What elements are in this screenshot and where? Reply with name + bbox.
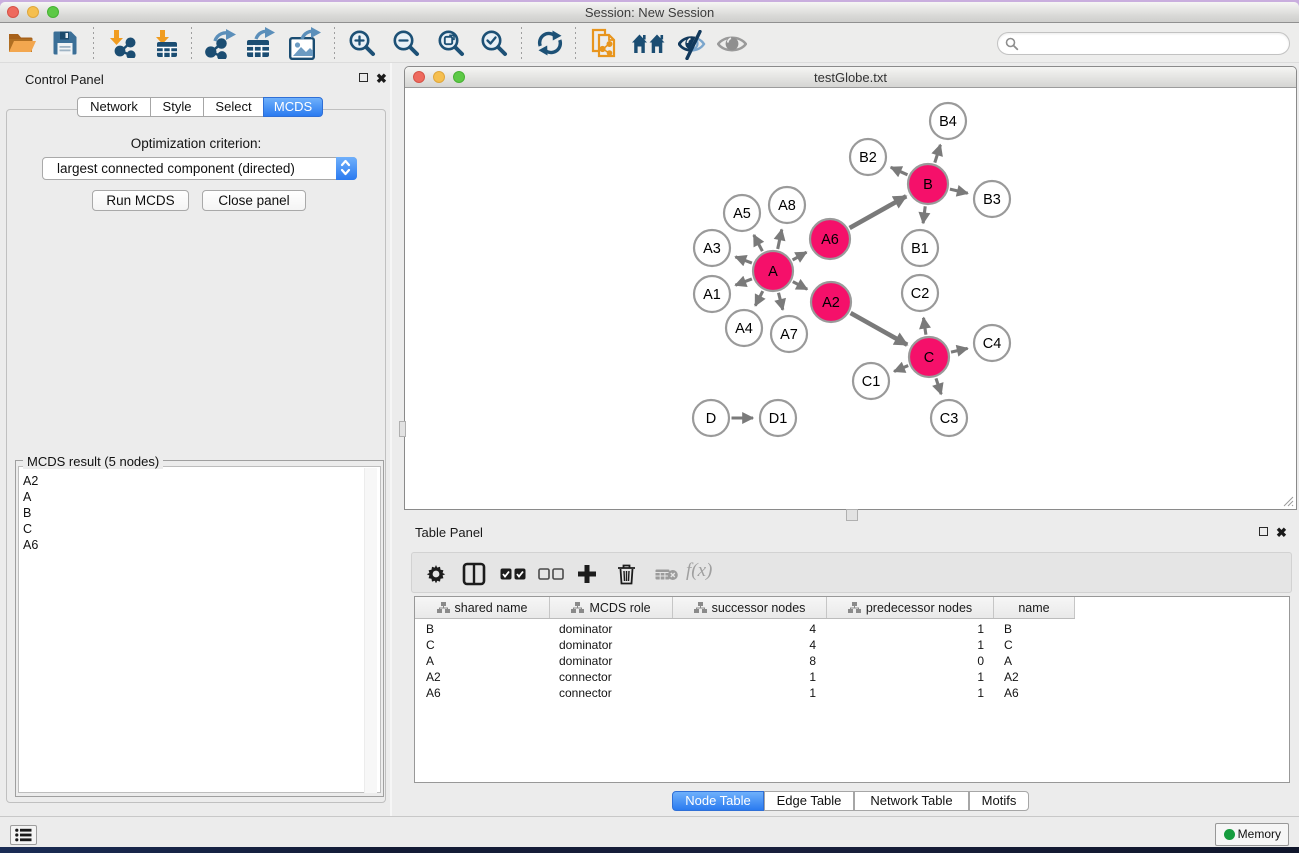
svg-text:A: A [768,264,778,280]
svg-text:A6: A6 [821,232,839,248]
svg-text:B2: B2 [859,150,877,166]
svg-text:A7: A7 [780,327,798,343]
svg-text:B3: B3 [983,192,1001,208]
svg-text:C4: C4 [983,336,1002,352]
svg-text:C: C [924,350,934,366]
svg-text:A3: A3 [703,241,721,257]
svg-text:D1: D1 [769,411,788,427]
svg-text:A5: A5 [733,206,751,222]
svg-text:C2: C2 [911,286,930,302]
svg-text:D: D [706,411,716,427]
svg-text:A4: A4 [735,321,753,337]
svg-text:A8: A8 [778,198,796,214]
svg-text:A2: A2 [822,295,840,311]
svg-text:C3: C3 [940,411,959,427]
svg-text:C1: C1 [862,374,881,390]
svg-text:B1: B1 [911,241,929,257]
svg-text:B: B [923,177,933,193]
svg-text:A1: A1 [703,287,721,303]
svg-text:B4: B4 [939,114,957,130]
